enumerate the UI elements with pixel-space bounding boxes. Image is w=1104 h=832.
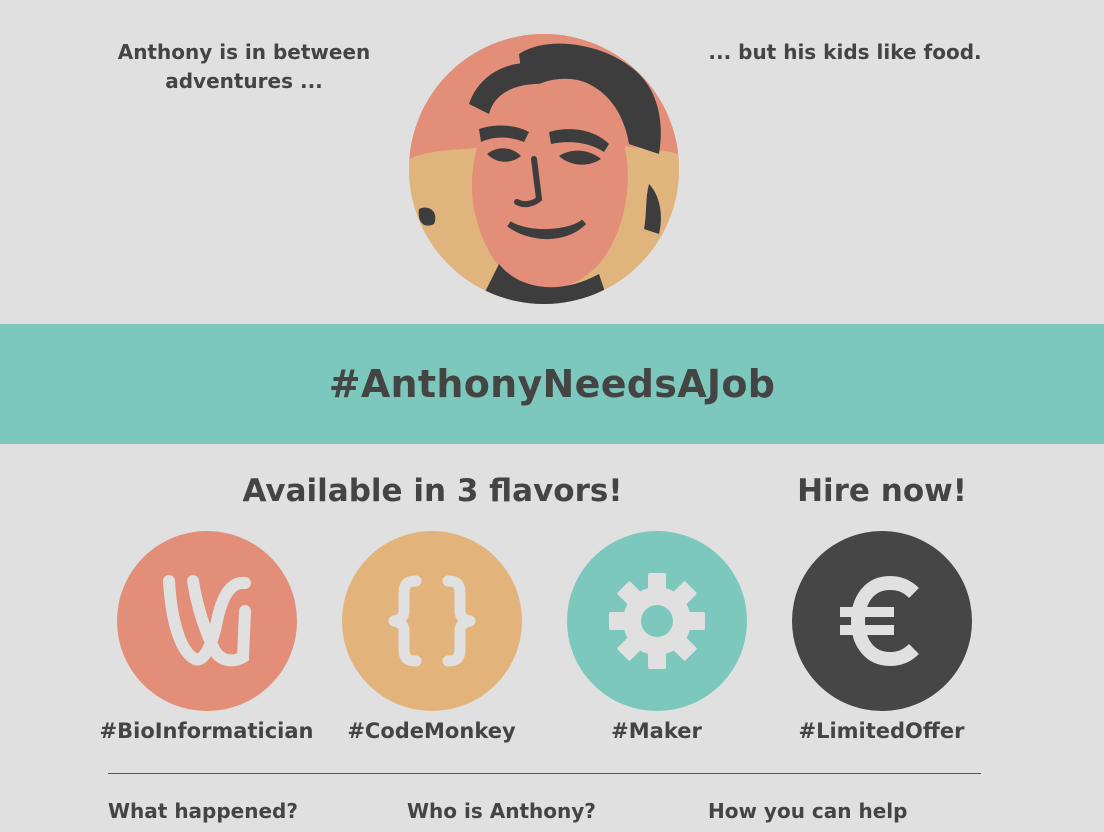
avatar bbox=[409, 34, 679, 304]
euro-icon bbox=[839, 575, 919, 667]
gear-icon bbox=[608, 573, 705, 669]
nav-link-what-happened[interactable]: What happened? bbox=[108, 796, 298, 826]
flavor-codemonkey[interactable]: #CodeMonkey bbox=[319, 531, 544, 745]
section-divider bbox=[108, 773, 981, 774]
right-tagline: ... but his kids like food. bbox=[708, 40, 982, 64]
flavor-codemonkey-circle[interactable] bbox=[341, 531, 522, 711]
curly-braces-icon bbox=[388, 575, 475, 667]
hashtag-banner: #AnthonyNeedsAJob bbox=[0, 324, 1104, 444]
flavor-label: #CodeMonkey bbox=[347, 719, 516, 743]
nav-link-who-is-anthony[interactable]: Who is Anthony? bbox=[407, 796, 596, 826]
flavors-heading: Available in 3 flavors! bbox=[242, 473, 623, 509]
banner-title: #AnthonyNeedsAJob bbox=[328, 362, 776, 406]
flavor-label: #BioInformatician bbox=[99, 719, 314, 743]
nav-link-how-you-can-help[interactable]: How you can help bbox=[708, 796, 907, 826]
footer-nav: What happened? Who is Anthony? How you c… bbox=[0, 796, 1104, 832]
dna-icon bbox=[162, 575, 251, 667]
left-tagline: Anthony is in between adventures ... bbox=[117, 40, 371, 93]
flavor-bioinformatician[interactable]: #BioInformatician bbox=[94, 531, 319, 745]
hero-section: Anthony is in between adventures ... ...… bbox=[0, 0, 1104, 324]
offer-limited-circle[interactable] bbox=[791, 531, 972, 711]
offer-label: #LimitedOffer bbox=[798, 719, 965, 743]
flavor-label: #Maker bbox=[611, 719, 702, 743]
flavor-maker[interactable]: #Maker bbox=[544, 531, 769, 745]
avatar-portrait bbox=[409, 34, 679, 304]
offer-limited[interactable]: #LimitedOffer bbox=[769, 531, 994, 745]
flavor-bioinformatician-circle[interactable] bbox=[116, 531, 297, 711]
flavor-maker-circle[interactable] bbox=[566, 531, 747, 711]
hire-heading: Hire now! bbox=[797, 473, 967, 509]
